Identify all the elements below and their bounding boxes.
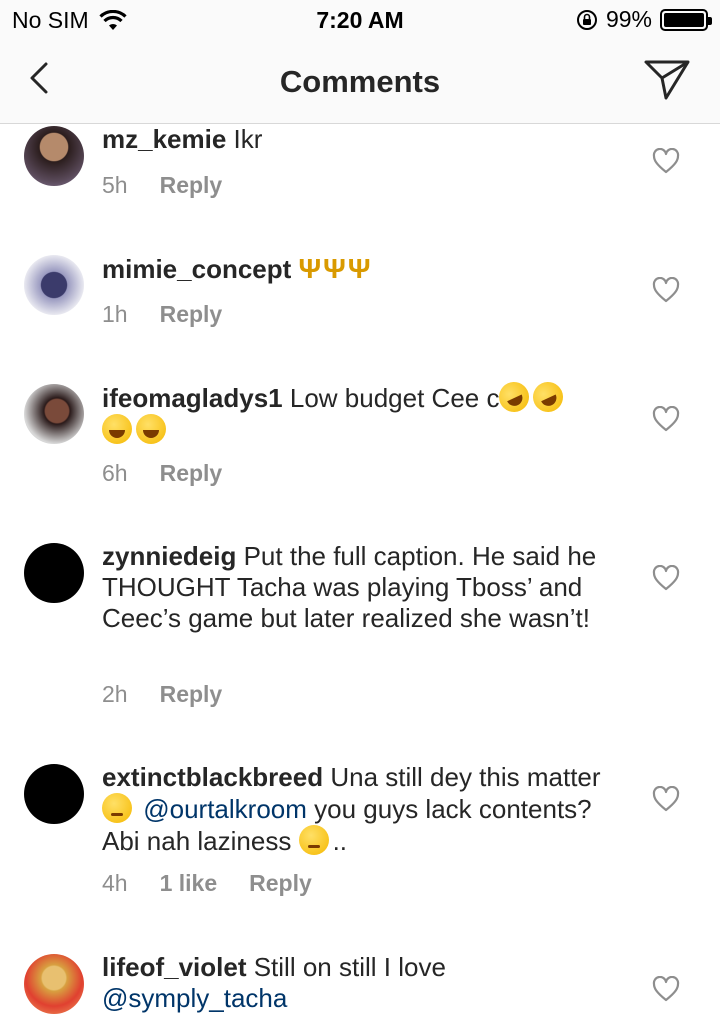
comment-message: .. [332,826,348,856]
nav-bar: Comments [0,40,720,124]
status-bar: No SIM 7:20 AM 99% [0,0,720,40]
comment-time: 5h [102,172,128,198]
avatar[interactable] [24,954,84,1014]
reply-button[interactable]: Reply [160,301,223,328]
unamused-emoji [298,825,329,855]
comment-meta: 2h Reply [102,681,222,708]
comment-meta: 5h Reply [102,172,222,199]
comment-text: mimie_concept ΨΨΨ [102,253,602,285]
comment-text: mz_kemie Ikr [102,124,602,155]
battery-fill [664,12,704,27]
mention-link[interactable]: @ourtalkroom [143,794,307,824]
heart-icon[interactable] [652,786,680,812]
trident-emoji: ΨΨΨ [298,253,373,284]
comment-text: zynniedeig Put the full caption. He said… [102,541,602,634]
paper-plane-icon[interactable] [642,56,692,102]
comment-username[interactable]: ifeomagladys1 [102,383,283,413]
comment-meta: 6h Reply [102,460,222,487]
joy-emoji [136,414,166,444]
comment-text: extinctblackbreed Una still dey this mat… [102,762,602,857]
page-title: Comments [279,64,441,99]
heart-icon[interactable] [652,148,680,174]
unamused-emoji [102,793,132,823]
comment-meta: 4h 1 like Reply [102,870,312,897]
heart-icon[interactable] [652,277,680,303]
heart-icon[interactable] [652,406,680,432]
comment-meta: 1h Reply [102,301,222,328]
comment-time: 2h [102,681,128,707]
rofl-emoji [494,377,535,417]
avatar[interactable] [24,764,84,824]
comment-message: Low budget Cee c [289,383,500,413]
battery-icon [660,8,712,31]
comment-username[interactable]: lifeof_violet [102,952,246,982]
battery-percent: 99% [605,6,652,32]
comment-message: Ikr [233,124,263,154]
rofl-emoji [528,377,569,417]
joy-emoji [102,414,132,444]
comment-time: 1h [102,301,128,327]
comment-time: 4h [102,870,128,896]
comment-message: Still on still I love [253,952,446,982]
avatar[interactable] [24,126,84,186]
likes-count[interactable]: 1 like [160,870,218,897]
comment-message: Una still dey this matter [330,762,601,792]
comment-time: 6h [102,460,128,486]
comment-username[interactable]: mz_kemie [102,124,226,154]
avatar[interactable] [24,255,84,315]
comment-text: ifeomagladys1 Low budget Cee c [102,377,602,446]
reply-button[interactable]: Reply [160,681,223,708]
comment-username[interactable]: zynniedeig [102,541,236,571]
heart-icon[interactable] [652,565,680,591]
heart-icon[interactable] [652,976,680,1002]
status-right: 99% [576,6,712,33]
comment-username[interactable]: mimie_concept [102,254,291,284]
reply-button[interactable]: Reply [160,172,223,199]
comment-text: lifeof_violet Still on still I love @sym… [102,952,602,1014]
orientation-lock-icon [576,9,597,30]
reply-button[interactable]: Reply [249,870,312,897]
avatar[interactable] [24,543,84,603]
mention-link[interactable]: @symply_tacha [102,983,287,1013]
reply-button[interactable]: Reply [160,460,223,487]
avatar[interactable] [24,384,84,444]
comment-username[interactable]: extinctblackbreed [102,762,323,792]
